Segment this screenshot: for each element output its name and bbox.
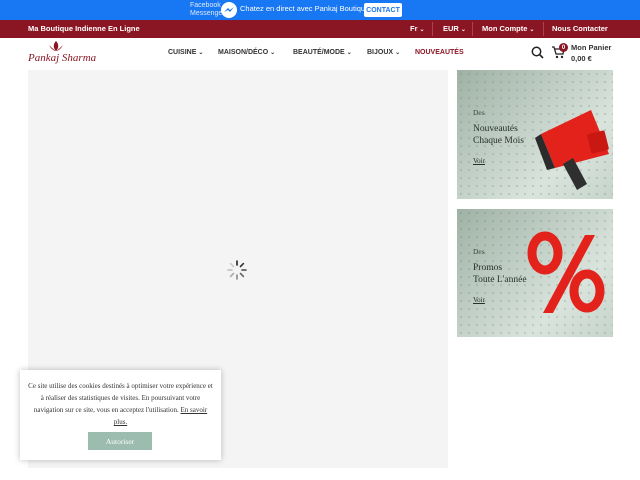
messenger-bar: Facebook Messenger Chatez en direct avec… [0,0,640,20]
cookie-accept-button[interactable]: Autoriser [88,432,152,450]
banner-title-line1: Promos [473,263,503,273]
divider [432,22,433,36]
logo-text[interactable]: Pankaj Sharma [28,52,96,64]
nav-maison-deco[interactable]: MAISON/DÉCO ⌄ [218,49,275,56]
percent-icon [527,231,605,313]
chevron-down-icon: ⌄ [395,50,401,56]
chevron-down-icon: ⌄ [198,50,204,56]
megaphone-icon [535,110,609,190]
account-menu[interactable]: Mon Compte ⌄ [482,24,534,33]
nav-label: BIJOUX [367,49,394,56]
tagline: Ma Boutique Indienne En Ligne [28,24,140,33]
banner-kicker: Des [473,247,485,256]
nav-bijoux[interactable]: BIJOUX ⌄ [367,49,400,56]
top-bar: Ma Boutique Indienne En Ligne Fr ⌄ EUR ⌄ M… [0,20,640,38]
banner-link[interactable]: Voir [473,296,485,304]
nav-label: MAISON/DÉCO [218,49,269,56]
cookie-notice: Ce site utilise des cookies destinés à o… [20,370,221,460]
banner-link[interactable]: Voir [473,157,485,165]
chevron-down-icon: ⌄ [460,27,466,33]
messenger-brand-line2: Messenger [190,10,225,17]
banner-title-line2: Chaque Mois [473,136,524,146]
messenger-icon[interactable] [221,2,237,18]
chevron-down-icon: ⌄ [529,27,535,33]
currency-value: EUR [443,24,459,33]
divider [472,22,473,36]
banner-promos[interactable]: Des Promos Toute L'année Voir [457,209,613,337]
messenger-brand: Facebook Messenger [190,2,225,18]
cookie-text: Ce site utilise des cookies destinés à o… [28,380,213,428]
messenger-brand-line1: Facebook [190,2,221,9]
account-label: Mon Compte [482,24,528,33]
banner-title: Nouveautés Chaque Mois [473,123,524,147]
language-value: Fr [410,24,418,33]
nav-label: BEAUTÉ/MODE [293,49,345,56]
banner-title: Promos Toute L'année [473,262,527,286]
chevron-down-icon: ⌄ [419,27,425,33]
language-select[interactable]: Fr ⌄ [410,24,425,33]
banner-nouveautes[interactable]: Des Nouveautés Chaque Mois Voir [457,70,613,199]
cart-label[interactable]: Mon Panier [571,43,611,52]
banner-title-line2: Toute L'année [473,275,527,285]
nav-nouveautes[interactable]: NOUVEAUTÉS [415,49,464,56]
divider [543,22,544,36]
nav-cuisine[interactable]: CUISINE ⌄ [168,49,203,56]
lotus-logo-icon[interactable] [47,40,65,52]
banner-kicker: Des [473,108,485,117]
cart-total: 0,00 € [571,54,592,63]
currency-select[interactable]: EUR ⌄ [443,24,466,33]
loading-spinner-icon [227,260,247,280]
banner-title-line1: Nouveautés [473,124,518,134]
nav-label: CUISINE [168,49,197,56]
header: Pankaj Sharma CUISINE ⌄ MAISON/DÉCO ⌄ BEAU… [0,38,640,70]
chevron-down-icon: ⌄ [346,50,352,56]
cart-count-badge: 0 [559,43,568,52]
chevron-down-icon: ⌄ [270,50,276,56]
messenger-contact-button[interactable]: CONTACT [364,3,402,17]
messenger-chat-text[interactable]: Chatez en direct avec Pankaj Boutique [240,4,369,13]
nav-beaute-mode[interactable]: BEAUTÉ/MODE ⌄ [293,49,352,56]
contact-link[interactable]: Nous Contacter [552,24,608,33]
search-icon[interactable] [531,46,544,59]
